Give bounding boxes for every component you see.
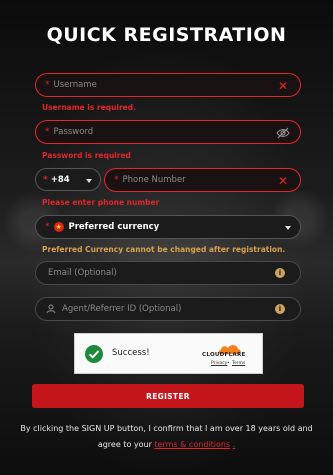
- check-circle-icon: [85, 345, 103, 363]
- password-field[interactable]: * Password: [35, 120, 301, 144]
- clear-x-icon[interactable]: ✕: [276, 174, 290, 188]
- required-asterisk: *: [114, 175, 119, 185]
- username-placeholder: Username: [53, 80, 97, 90]
- page-title: QUICK REGISTRATION: [46, 24, 287, 46]
- flag-icon: ★: [53, 222, 64, 232]
- eye-off-icon[interactable]: [276, 126, 290, 140]
- captcha-status: Success!: [112, 348, 150, 358]
- consent-text-line1: By clicking the SIGN UP button, I confir…: [20, 424, 313, 433]
- chevron-down-icon: [86, 179, 92, 183]
- required-asterisk: *: [45, 80, 50, 90]
- info-icon[interactable]: i: [275, 268, 289, 282]
- info-icon[interactable]: i: [275, 304, 289, 318]
- terms-link[interactable]: terms & conditions: [154, 440, 230, 449]
- password-error: Password is required: [42, 151, 131, 160]
- required-asterisk: *: [43, 174, 48, 185]
- country-code-value: +84: [50, 174, 70, 185]
- currency-warning: Preferred Currency cannot be changed aft…: [42, 245, 286, 254]
- currency-select[interactable]: * ★ Preferred currency: [35, 215, 301, 239]
- referrer-icon: [46, 304, 56, 314]
- cloudflare-logo: [217, 340, 243, 354]
- cloudflare-brand: CLOUDFLARE: [202, 352, 246, 358]
- consent-text-line2: agree to your terms & conditions .: [18, 440, 315, 449]
- required-asterisk: *: [45, 222, 50, 232]
- phone-number-field[interactable]: * Phone Number ✕: [104, 168, 301, 192]
- terms-suffix: .: [232, 440, 236, 449]
- captcha-separator: •: [227, 361, 230, 366]
- country-code-select[interactable]: * +84: [35, 168, 101, 191]
- register-button[interactable]: REGISTER: [32, 384, 304, 408]
- username-field[interactable]: * Username ✕: [35, 73, 301, 97]
- required-asterisk: *: [45, 127, 50, 137]
- currency-value: Preferred currency: [68, 222, 160, 232]
- clear-x-icon[interactable]: ✕: [276, 79, 290, 93]
- captcha-widget[interactable]: Success! CLOUDFLARE Privacy • Terms: [74, 333, 263, 374]
- email-placeholder: Email (Optional): [48, 268, 117, 278]
- username-error: Username is required.: [42, 103, 136, 112]
- chevron-down-icon: [285, 226, 291, 230]
- referrer-placeholder: Agent/Referrer ID (Optional): [62, 304, 182, 314]
- captcha-terms-link[interactable]: Terms: [232, 361, 245, 366]
- phone-placeholder: Phone Number: [122, 175, 186, 185]
- consent-prefix: agree to your: [97, 440, 152, 449]
- email-field[interactable]: Email (Optional) i: [35, 261, 301, 285]
- password-placeholder: Password: [53, 127, 94, 137]
- phone-error: Please enter phone number: [42, 198, 160, 207]
- captcha-privacy-link[interactable]: Privacy: [211, 361, 227, 366]
- referrer-field[interactable]: Agent/Referrer ID (Optional) i: [35, 297, 301, 321]
